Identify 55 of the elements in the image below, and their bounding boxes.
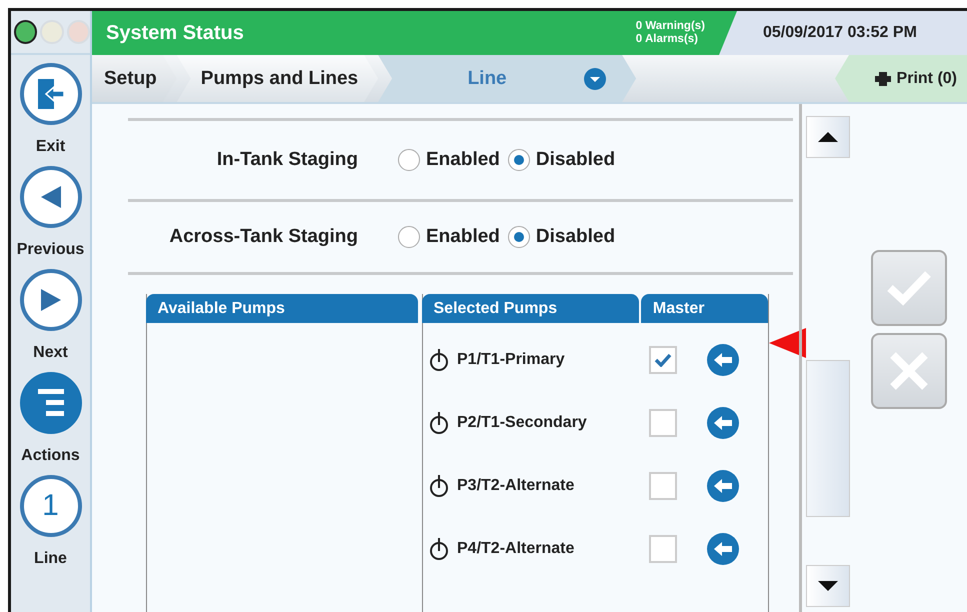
close-icon: [889, 351, 929, 391]
left-triangle-icon: [40, 186, 60, 208]
master-checkbox[interactable]: [649, 472, 677, 500]
check-icon: [654, 352, 672, 367]
radio-option[interactable]: Disabled: [508, 149, 616, 172]
pointer-arrow-icon: [769, 328, 806, 358]
up-triangle-icon: [818, 132, 838, 142]
master-checkbox[interactable]: [649, 408, 677, 437]
radio-option[interactable]: Enabled: [398, 149, 500, 172]
print-button[interactable]: Print (0): [835, 55, 967, 102]
window-title: System Status: [105, 22, 244, 44]
power-icon: [429, 538, 449, 560]
warning-count: 0 Warning(s): [636, 20, 705, 33]
left-arrow-icon: [714, 478, 732, 493]
move-left-button[interactable]: [707, 470, 739, 502]
nav-button[interactable]: 1 Line: [11, 467, 90, 570]
scroll-up-button[interactable]: [806, 116, 850, 158]
dropdown-icon: [584, 68, 606, 90]
radio-option[interactable]: Enabled: [398, 226, 500, 248]
printer-icon: [874, 72, 891, 86]
alarm-count: 0 Alarms(s): [636, 33, 699, 46]
line-number: 1: [42, 489, 59, 523]
move-left-button[interactable]: [707, 532, 739, 565]
nav-button[interactable]: Actions: [11, 364, 90, 467]
scroll-down-button[interactable]: [806, 565, 850, 607]
down-triangle-icon: [818, 581, 838, 591]
column-header: Available Pumps: [146, 294, 418, 324]
column-header: Selected Pumps: [422, 294, 639, 324]
pump-name: P4/T2-Alternate: [457, 540, 576, 558]
check-icon: [886, 270, 932, 306]
pump-name: P3/T2-Alternate: [457, 476, 576, 495]
date-time: 05/09/2017 03:52 PM: [719, 11, 967, 55]
setting-label: In-Tank Staging: [216, 149, 358, 172]
nav-button[interactable]: Previous: [11, 158, 90, 261]
nav-button[interactable]: Next: [11, 261, 90, 364]
master-checkbox[interactable]: [649, 346, 677, 374]
left-arrow-icon: [714, 352, 732, 367]
radio-option[interactable]: Disabled: [508, 226, 616, 248]
setting-label: Across-Tank Staging: [168, 226, 358, 248]
breadcrumb-tab[interactable]: Pumps and Lines: [176, 55, 378, 102]
move-left-button[interactable]: [707, 344, 739, 376]
power-icon: [429, 474, 449, 497]
pump-name: P1/T1-Primary: [457, 350, 566, 369]
left-arrow-icon: [714, 542, 732, 556]
left-arrow-icon: [714, 416, 732, 430]
menu-icon: [38, 389, 64, 417]
master-checkbox[interactable]: [649, 534, 677, 563]
pump-name: P2/T1-Secondary: [457, 414, 588, 432]
nav-button[interactable]: Exit: [11, 55, 90, 158]
column-header: Master: [640, 294, 768, 324]
scroll-thumb[interactable]: [806, 360, 850, 517]
power-icon: [429, 412, 449, 434]
right-triangle-icon: [40, 289, 60, 311]
power-icon: [429, 348, 449, 371]
move-left-button[interactable]: [707, 406, 739, 439]
